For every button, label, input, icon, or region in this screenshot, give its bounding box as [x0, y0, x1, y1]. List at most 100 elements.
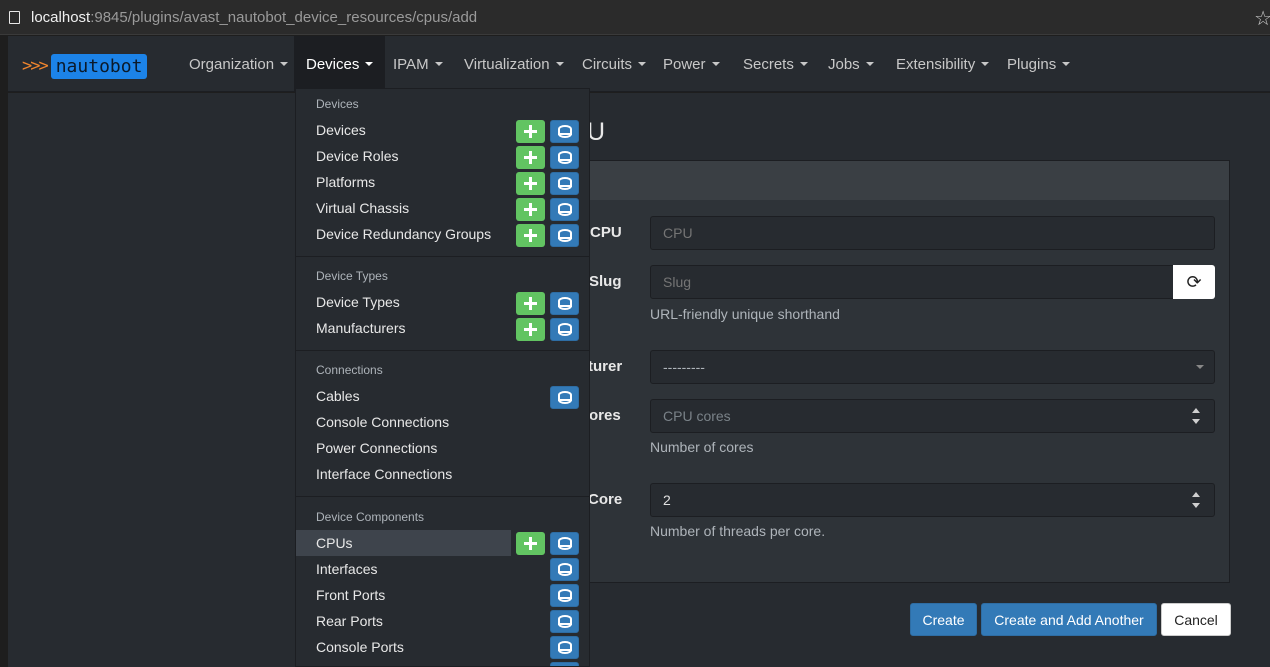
- threads-value: 2: [663, 492, 671, 508]
- add-virtual-chassis-button[interactable]: [516, 198, 545, 221]
- dropdown-divider: [296, 256, 589, 257]
- slug-input[interactable]: [650, 265, 1174, 299]
- panel-heading: [561, 161, 1229, 200]
- refresh-icon: ⟳: [1186, 271, 1202, 292]
- stepper-icon[interactable]: [1190, 407, 1202, 425]
- menu-item-interfaces[interactable]: Interfaces: [296, 556, 511, 582]
- menu-item-devices[interactable]: Devices: [296, 117, 511, 143]
- import-device-redundancy-groups-button[interactable]: [550, 224, 579, 247]
- import-console-ports-button[interactable]: [550, 636, 579, 659]
- database-icon: [557, 641, 572, 654]
- nav-secrets[interactable]: Secrets: [743, 36, 808, 92]
- add-device-roles-button[interactable]: [516, 146, 545, 169]
- database-icon: [557, 177, 572, 190]
- logo-wordmark: nautobot: [50, 53, 148, 79]
- cpu-input[interactable]: [650, 216, 1215, 250]
- nautobot-logo[interactable]: >>> nautobot: [22, 52, 148, 80]
- cancel-button[interactable]: Cancel: [1161, 603, 1231, 636]
- nav-devices[interactable]: Devices: [294, 36, 386, 92]
- create-and-add-another-button[interactable]: Create and Add Another: [981, 603, 1157, 636]
- import-device-roles-button[interactable]: [550, 146, 579, 169]
- add-device-redundancy-groups-button[interactable]: [516, 224, 545, 247]
- nav-organization[interactable]: Organization: [189, 36, 289, 92]
- nav-circuits[interactable]: Circuits: [582, 36, 647, 92]
- menu-item-rear-ports[interactable]: Rear Ports: [296, 608, 511, 634]
- menu-item-power-connections[interactable]: Power Connections: [296, 435, 511, 461]
- slug-label: Slug: [589, 273, 622, 290]
- nav-extensibility[interactable]: Extensibility: [896, 36, 990, 92]
- database-icon: [557, 589, 572, 602]
- menu-item-cables[interactable]: Cables: [296, 383, 511, 409]
- menu-item-platforms[interactable]: Platforms: [296, 169, 511, 195]
- create-button[interactable]: Create: [910, 603, 977, 636]
- caret-down-icon: [799, 62, 808, 66]
- menu-item-device-roles[interactable]: Device Roles: [296, 143, 511, 169]
- nav-virtualization[interactable]: Virtualization: [464, 36, 564, 92]
- add-cpus-button[interactable]: [516, 532, 545, 555]
- menu-item-virtual-chassis[interactable]: Virtual Chassis: [296, 195, 511, 221]
- import-interfaces-button[interactable]: [550, 558, 579, 581]
- import-virtual-chassis-button[interactable]: [550, 198, 579, 221]
- cores-input[interactable]: CPU cores: [650, 399, 1215, 433]
- caret-down-icon: [981, 62, 990, 66]
- dropdown-header-devices: Devices: [316, 97, 359, 111]
- menu-item-device-types[interactable]: Device Types: [296, 289, 511, 315]
- database-icon: [557, 323, 572, 336]
- threads-input[interactable]: 2: [650, 483, 1215, 517]
- menu-item-console-connections[interactable]: Console Connections: [296, 409, 511, 435]
- cores-label: ores: [589, 407, 621, 424]
- slug-help: URL-friendly unique shorthand: [650, 306, 840, 322]
- import-platforms-button[interactable]: [550, 172, 579, 195]
- logo-chevrons: >>>: [22, 56, 49, 76]
- caret-down-icon: [434, 62, 443, 66]
- star-icon[interactable]: ☆: [1254, 6, 1270, 31]
- menu-item-manufacturers[interactable]: Manufacturers: [296, 315, 511, 341]
- import-rear-ports-button[interactable]: [550, 610, 579, 633]
- dropdown-header-device-types: Device Types: [316, 269, 388, 283]
- add-platforms-button[interactable]: [516, 172, 545, 195]
- menu-item-console-ports[interactable]: Console Ports: [296, 634, 511, 660]
- add-devices-button[interactable]: [516, 120, 545, 143]
- manufacturer-select[interactable]: ---------: [650, 350, 1215, 384]
- nav-ipam[interactable]: IPAM: [393, 36, 443, 92]
- import-devices-button[interactable]: [550, 120, 579, 143]
- threads-label: Core: [588, 491, 623, 508]
- import-cpus-button[interactable]: [550, 532, 579, 555]
- nav-jobs[interactable]: Jobs: [828, 36, 874, 92]
- navbar: >>> nautobot Organization Devices IPAM V…: [8, 36, 1270, 92]
- browser-url-bar[interactable]: localhost:9845/plugins/avast_nautobot_de…: [0, 0, 1270, 35]
- dropdown-header-device-components: Device Components: [316, 510, 425, 524]
- cores-help: Number of cores: [650, 439, 754, 455]
- dropdown-header-connections: Connections: [316, 363, 383, 377]
- add-device-types-button[interactable]: [516, 292, 545, 315]
- plus-icon: [524, 537, 537, 550]
- caret-down-icon: [280, 62, 289, 66]
- menu-item-cpus[interactable]: CPUs: [296, 530, 511, 556]
- menu-item-device-redundancy-groups[interactable]: Device Redundancy Groups: [296, 221, 511, 247]
- url-text[interactable]: localhost:9845/plugins/avast_nautobot_de…: [31, 9, 477, 26]
- database-icon: [557, 203, 572, 216]
- dropdown-divider: [296, 350, 589, 351]
- plus-icon: [524, 177, 537, 190]
- import-front-ports-button[interactable]: [550, 584, 579, 607]
- import-manufacturers-button[interactable]: [550, 318, 579, 341]
- menu-item-interface-connections[interactable]: Interface Connections: [296, 461, 511, 487]
- plus-icon: [524, 151, 537, 164]
- database-icon: [557, 563, 572, 576]
- import-device-types-button[interactable]: [550, 292, 579, 315]
- regenerate-slug-button[interactable]: ⟳: [1173, 265, 1215, 299]
- caret-down-icon: [865, 62, 874, 66]
- caret-down-icon: [555, 62, 564, 66]
- database-icon: [557, 125, 572, 138]
- import-next-item-button[interactable]: [550, 662, 579, 666]
- nav-plugins[interactable]: Plugins: [1007, 36, 1071, 92]
- manufacturer-select-value: ---------: [663, 359, 705, 375]
- add-manufacturers-button[interactable]: [516, 318, 545, 341]
- nav-power[interactable]: Power: [663, 36, 720, 92]
- import-cables-button[interactable]: [550, 386, 579, 409]
- database-icon: [557, 229, 572, 242]
- database-icon: [557, 537, 572, 550]
- menu-item-front-ports[interactable]: Front Ports: [296, 582, 511, 608]
- cores-placeholder: CPU cores: [663, 408, 731, 424]
- stepper-icon[interactable]: [1190, 491, 1202, 509]
